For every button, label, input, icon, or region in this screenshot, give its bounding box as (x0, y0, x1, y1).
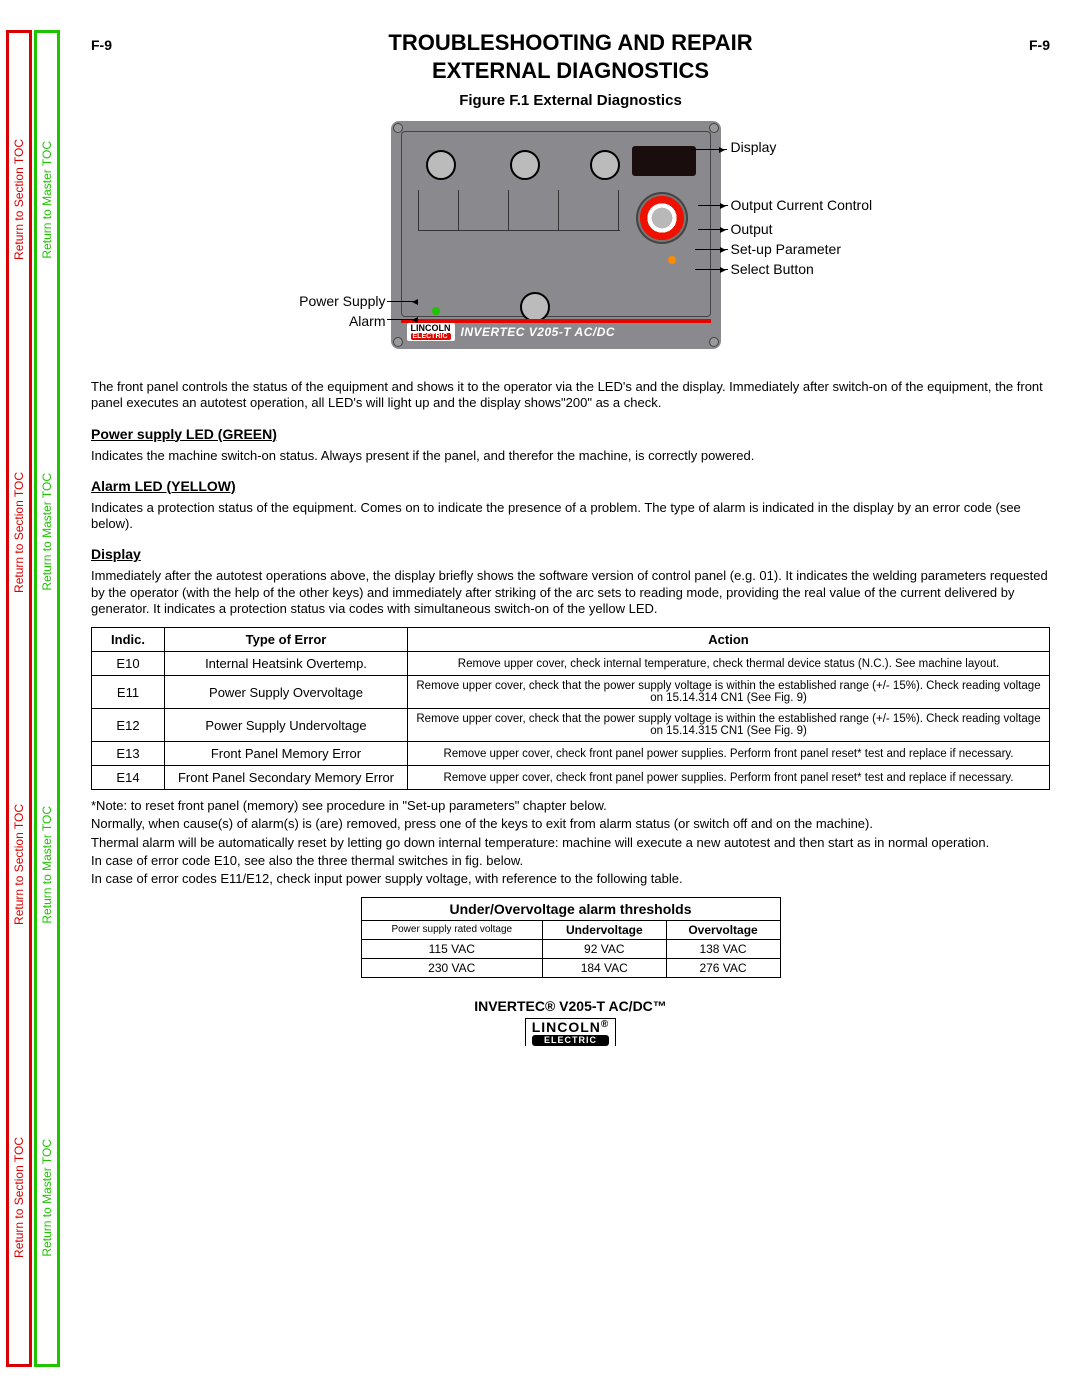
leader-line (695, 269, 728, 270)
voltage-table: Under/Overvoltage alarm thresholds Power… (361, 897, 781, 978)
heading-display: Display (91, 546, 1050, 562)
table-row: E11 Power Supply Overvoltage Remove uppe… (92, 676, 1050, 709)
section-toc-link[interactable]: Return to Section TOC (12, 1137, 26, 1258)
cell-rated: 115 VAC (361, 940, 543, 959)
cell-action: Remove upper cover, check that the power… (408, 676, 1050, 709)
heading-alarm-led: Alarm LED (YELLOW) (91, 478, 1050, 494)
cell-rated: 230 VAC (361, 959, 543, 978)
cell-over: 276 VAC (666, 959, 780, 978)
th-under: Undervoltage (543, 921, 667, 940)
table-row: E10 Internal Heatsink Overtemp. Remove u… (92, 652, 1050, 676)
page-number-left: F-9 (91, 37, 112, 53)
callout-power-supply: Power Supply (291, 293, 386, 309)
dial-icon (510, 150, 540, 180)
callout-select: Select Button (731, 261, 814, 277)
note-reset: *Note: to reset front panel (memory) see… (91, 798, 1050, 814)
lincoln-logo-icon: LINCOLN ELECTRIC (407, 323, 455, 341)
error-table: Indic. Type of Error Action E10 Internal… (91, 627, 1050, 790)
leader-line (691, 149, 727, 150)
cell-indic: E14 (92, 766, 165, 790)
waveform-icon (418, 190, 620, 232)
cell-action: Remove upper cover, check front panel po… (408, 766, 1050, 790)
th-action: Action (408, 628, 1050, 652)
table-row: E12 Power Supply Undervoltage Remove upp… (92, 709, 1050, 742)
title-sub: EXTERNAL DIAGNOSTICS (91, 58, 1050, 84)
th-type: Type of Error (165, 628, 408, 652)
cell-type: Power Supply Overvoltage (165, 676, 408, 709)
cell-indic: E10 (92, 652, 165, 676)
leader-line (698, 229, 728, 230)
callout-output: Output (731, 221, 773, 237)
callout-occ: Output Current Control (731, 197, 873, 213)
table-row: 115 VAC 92 VAC 138 VAC (361, 940, 780, 959)
master-toc-strip: Return to Master TOC Return to Master TO… (34, 30, 60, 1367)
section-toc-link[interactable]: Return to Section TOC (12, 472, 26, 593)
leader-line (387, 319, 417, 320)
cell-type: Front Panel Secondary Memory Error (165, 766, 408, 790)
heading-power-led: Power supply LED (GREEN) (91, 426, 1050, 442)
cell-type: Internal Heatsink Overtemp. (165, 652, 408, 676)
master-toc-link[interactable]: Return to Master TOC (40, 473, 54, 591)
page-body: F-9 TROUBLESHOOTING AND REPAIR F-9 EXTER… (61, 0, 1080, 1397)
section-toc-strip: Return to Section TOC Return to Section … (6, 30, 32, 1367)
cell-under: 92 VAC (543, 940, 667, 959)
th-over: Overvoltage (666, 921, 780, 940)
dial-icon (520, 292, 550, 322)
control-panel: LINCOLN ELECTRIC INVERTEC V205-T AC/DC (391, 121, 721, 349)
cell-action: Remove upper cover, check that the power… (408, 709, 1050, 742)
voltage-caption: Under/Overvoltage alarm thresholds (361, 897, 781, 920)
table-row: E13 Front Panel Memory Error Remove uppe… (92, 742, 1050, 766)
master-toc-link[interactable]: Return to Master TOC (40, 1139, 54, 1257)
note-e10: In case of error code E10, see also the … (91, 853, 1050, 869)
cell-indic: E12 (92, 709, 165, 742)
dial-icon (590, 150, 620, 180)
text-display: Immediately after the autotest operation… (91, 568, 1050, 617)
cell-indic: E13 (92, 742, 165, 766)
leader-line (387, 301, 417, 302)
page-footer: INVERTEC® V205-T AC/DC™ LINCOLN® ELECTRI… (91, 998, 1050, 1046)
callout-alarm: Alarm (291, 313, 386, 329)
figure-external-diagnostics: LINCOLN ELECTRIC INVERTEC V205-T AC/DC D… (291, 121, 851, 361)
page-number-right: F-9 (1029, 37, 1050, 53)
cell-under: 184 VAC (543, 959, 667, 978)
display-icon (632, 146, 696, 176)
cell-action: Remove upper cover, check front panel po… (408, 742, 1050, 766)
th-indic: Indic. (92, 628, 165, 652)
dial-icon (426, 150, 456, 180)
master-toc-link[interactable]: Return to Master TOC (40, 806, 54, 924)
text-alarm-led: Indicates a protection status of the equ… (91, 500, 1050, 533)
table-row: E14 Front Panel Secondary Memory Error R… (92, 766, 1050, 790)
intro-paragraph: The front panel controls the status of t… (91, 379, 1050, 412)
panel-model-text: INVERTEC V205-T AC/DC (461, 325, 616, 339)
callout-display: Display (731, 139, 777, 155)
figure-caption: Figure F.1 External Diagnostics (91, 92, 1050, 109)
note-e11e12: In case of error codes E11/E12, check in… (91, 871, 1050, 887)
brand-bar: LINCOLN ELECTRIC INVERTEC V205-T AC/DC (401, 321, 711, 343)
cell-action: Remove upper cover, check internal tempe… (408, 652, 1050, 676)
leader-line (698, 205, 728, 206)
table-row: 230 VAC 184 VAC 276 VAC (361, 959, 780, 978)
lincoln-logo-icon: LINCOLN® ELECTRIC (525, 1018, 617, 1046)
knob-icon (636, 192, 688, 244)
cell-type: Power Supply Undervoltage (165, 709, 408, 742)
text-power-led: Indicates the machine switch-on status. … (91, 448, 1050, 464)
footer-product: INVERTEC® V205-T AC/DC™ (91, 998, 1050, 1014)
note-normally: Normally, when cause(s) of alarm(s) is (… (91, 816, 1050, 832)
th-rated: Power supply rated voltage (361, 921, 543, 940)
cell-indic: E11 (92, 676, 165, 709)
sidebar-toc: Return to Section TOC Return to Section … (0, 0, 61, 1397)
section-toc-link[interactable]: Return to Section TOC (12, 804, 26, 925)
output-led-icon (668, 256, 676, 264)
cell-over: 138 VAC (666, 940, 780, 959)
callout-setup: Set-up Parameter (731, 241, 842, 257)
title-main: TROUBLESHOOTING AND REPAIR (112, 30, 1029, 56)
section-toc-link[interactable]: Return to Section TOC (12, 139, 26, 260)
leader-line (695, 249, 728, 250)
cell-type: Front Panel Memory Error (165, 742, 408, 766)
power-led-icon (432, 307, 440, 315)
master-toc-link[interactable]: Return to Master TOC (40, 141, 54, 259)
note-thermal: Thermal alarm will be automatically rese… (91, 835, 1050, 851)
